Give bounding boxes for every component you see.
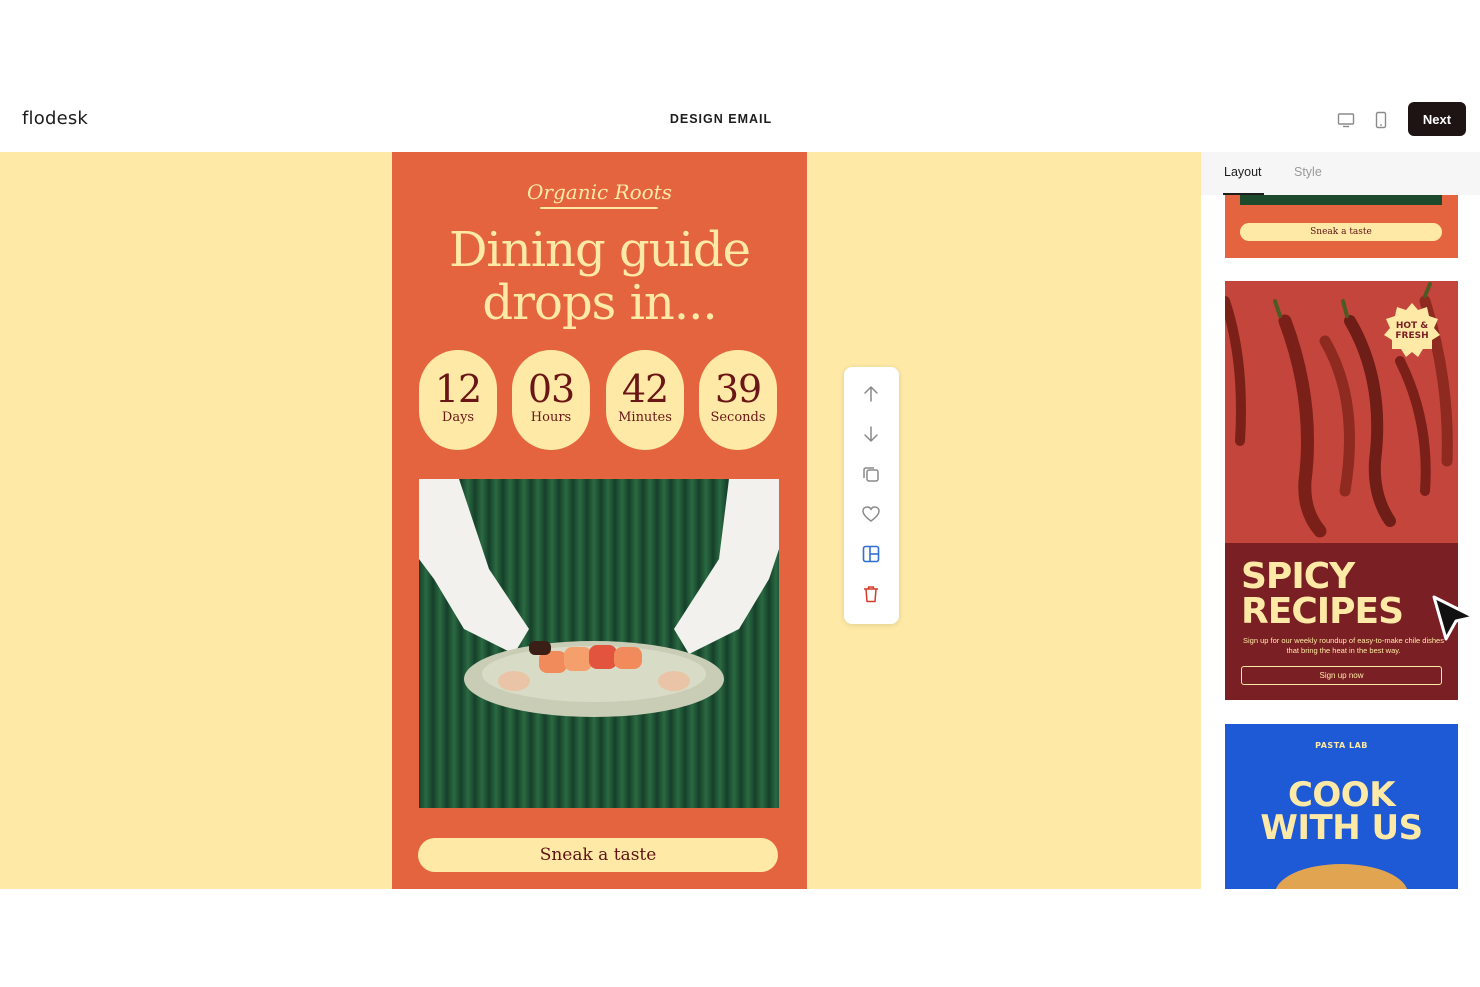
spicy-footer: SPICY RECIPES Sign up for our weekly rou… xyxy=(1225,543,1458,700)
template-button: Sneak a taste xyxy=(1240,223,1442,241)
email-canvas: Organic Roots Dining guide drops in... 1… xyxy=(0,152,1201,889)
sushi-photo-illustration xyxy=(419,479,779,808)
tab-layout[interactable]: Layout xyxy=(1224,165,1262,179)
hot-fresh-label: HOT & FRESH xyxy=(1395,321,1429,341)
headline-line-2: drops in... xyxy=(482,275,717,331)
pasta-image xyxy=(1275,864,1408,889)
countdown-unit: Hours xyxy=(530,410,572,425)
panel-tabs: Layout Style xyxy=(1201,152,1480,195)
trash-icon[interactable] xyxy=(860,583,882,605)
page-title: DESIGN EMAIL xyxy=(669,112,773,126)
countdown-value: 42 xyxy=(621,367,669,411)
mobile-preview-icon[interactable] xyxy=(1371,110,1391,130)
heart-icon[interactable] xyxy=(860,503,882,525)
email-headline[interactable]: Dining guide drops in... xyxy=(392,224,807,330)
template-card-pasta[interactable]: PASTA LAB COOK WITH US xyxy=(1225,724,1458,889)
spicy-description: Sign up for our weekly roundup of easy-t… xyxy=(1243,636,1444,655)
brand-underline xyxy=(540,207,658,209)
countdown-seconds: 39 Seconds xyxy=(699,350,777,450)
duplicate-icon[interactable] xyxy=(860,463,882,485)
countdown-unit: Seconds xyxy=(710,410,766,425)
countdown-value: 03 xyxy=(527,367,575,411)
countdown-value: 12 xyxy=(434,367,482,411)
arrow-up-icon[interactable] xyxy=(860,383,882,405)
tab-style[interactable]: Style xyxy=(1294,165,1322,179)
template-photo-strip xyxy=(1240,195,1442,205)
desktop-preview-icon[interactable] xyxy=(1336,110,1356,130)
countdown-value: 39 xyxy=(714,367,762,411)
app-window: flodesk DESIGN EMAIL Next Organic Roots … xyxy=(0,100,1480,889)
email-preview[interactable]: Organic Roots Dining guide drops in... 1… xyxy=(392,152,807,889)
template-card-spicy[interactable]: HOT & FRESH SPICY RECIPES Sign up for ou… xyxy=(1225,281,1458,700)
cook-with-us-title: COOK WITH US xyxy=(1260,775,1423,848)
mouse-cursor-icon xyxy=(1432,595,1476,641)
sign-up-button: Sign up now xyxy=(1241,666,1442,685)
brand-wordmark: Organic Roots xyxy=(527,180,672,204)
sushi-photo[interactable] xyxy=(419,479,779,808)
sneak-a-taste-button[interactable]: Sneak a taste xyxy=(418,838,778,872)
countdown-hours: 03 Hours xyxy=(512,350,590,450)
countdown-unit: Minutes xyxy=(618,410,672,425)
countdown-unit: Days xyxy=(441,410,475,425)
block-toolbar xyxy=(844,367,899,624)
next-button[interactable]: Next xyxy=(1408,102,1466,136)
countdown-minutes: 42 Minutes xyxy=(606,350,684,450)
arrow-down-icon[interactable] xyxy=(860,423,882,445)
layout-icon[interactable] xyxy=(860,543,882,565)
spicy-recipes-title: SPICY RECIPES xyxy=(1241,556,1404,632)
top-bar: flodesk DESIGN EMAIL Next xyxy=(0,100,1480,152)
right-panel: Layout Style Sneak a taste HOT & FRESH S… xyxy=(1201,152,1480,889)
countdown-days: 12 Days xyxy=(419,350,497,450)
headline-line-1: Dining guide xyxy=(448,222,751,278)
pasta-lab-brand: PASTA LAB xyxy=(1315,741,1368,750)
template-card-dining[interactable]: Sneak a taste xyxy=(1225,195,1458,258)
